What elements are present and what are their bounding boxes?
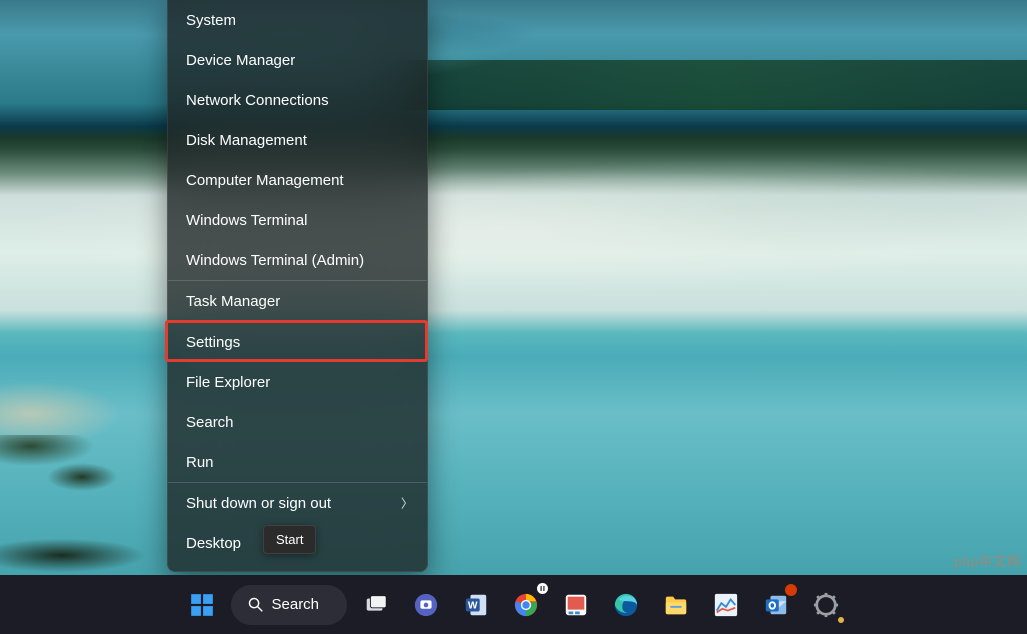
notification-dot-icon: [838, 617, 844, 623]
teams-chat-button[interactable]: [405, 584, 447, 626]
watermark: php中文网: [954, 551, 1021, 570]
svg-text:W: W: [467, 600, 477, 611]
menu-network-connections[interactable]: Network Connections: [168, 80, 427, 120]
menu-windows-terminal-admin[interactable]: Windows Terminal (Admin): [168, 240, 427, 280]
word-button[interactable]: W: [455, 584, 497, 626]
snipping-tool-button[interactable]: [555, 584, 597, 626]
chart-icon: [712, 591, 740, 619]
edge-button[interactable]: [605, 584, 647, 626]
taskbar: Search W: [0, 575, 1027, 634]
menu-device-manager[interactable]: Device Manager: [168, 40, 427, 80]
settings-button[interactable]: [805, 584, 847, 626]
word-icon: W: [462, 591, 490, 619]
windows-logo-icon: [189, 592, 215, 618]
snipping-tool-icon: [562, 591, 590, 619]
outlook-icon: [762, 591, 790, 619]
menu-settings[interactable]: Settings: [168, 322, 427, 362]
menu-shutdown-signout[interactable]: Shut down or sign out 〉: [168, 483, 427, 523]
menu-windows-terminal[interactable]: Windows Terminal: [168, 200, 427, 240]
menu-computer-management[interactable]: Computer Management: [168, 160, 427, 200]
stats-app-button[interactable]: [705, 584, 747, 626]
file-explorer-button[interactable]: [655, 584, 697, 626]
menu-run[interactable]: Run: [168, 442, 427, 482]
chrome-button[interactable]: [505, 584, 547, 626]
task-view-icon: [362, 591, 390, 619]
search-icon: [247, 596, 264, 613]
outlook-button[interactable]: [755, 584, 797, 626]
teams-icon: [412, 591, 440, 619]
pause-badge-icon: [537, 583, 548, 594]
desktop-wallpaper[interactable]: [0, 0, 1027, 575]
start-tooltip: Start: [263, 525, 316, 554]
gear-icon: [812, 591, 840, 619]
menu-system[interactable]: System: [168, 0, 427, 40]
search-label: Search: [272, 596, 320, 613]
menu-search[interactable]: Search: [168, 402, 427, 442]
edge-icon: [612, 591, 640, 619]
start-button[interactable]: [181, 584, 223, 626]
menu-task-manager[interactable]: Task Manager: [168, 281, 427, 321]
taskbar-search[interactable]: Search: [231, 585, 347, 625]
new-mail-badge-icon: [785, 584, 797, 596]
winx-menu: System Device Manager Network Connection…: [167, 0, 428, 572]
folder-icon: [662, 591, 690, 619]
menu-file-explorer[interactable]: File Explorer: [168, 362, 427, 402]
task-view-button[interactable]: [355, 584, 397, 626]
chrome-icon: [512, 591, 540, 619]
chevron-right-icon: 〉: [401, 495, 413, 512]
menu-disk-management[interactable]: Disk Management: [168, 120, 427, 160]
